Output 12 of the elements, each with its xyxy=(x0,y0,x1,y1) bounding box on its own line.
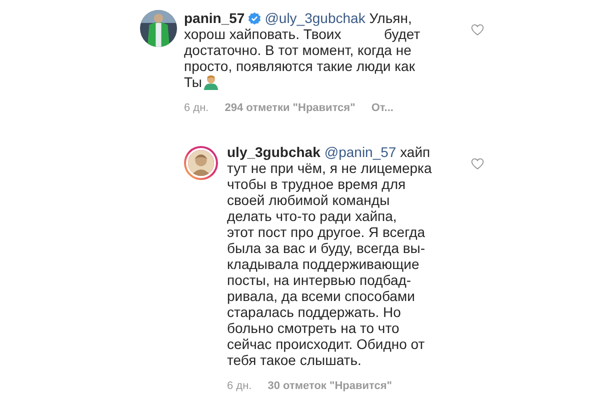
username[interactable]: panin_57 xyxy=(184,10,245,26)
heart-icon[interactable] xyxy=(471,24,484,36)
comment-text: Ульян, xyxy=(368,10,412,26)
comment-text: тут не при чём, я не лицемерка чтобы в трудное время для своей любимой команды делать что-то ради хайпа, этот пост про другое. Я всегда была за вас и буду, всегда вы- кладывала поддерживающие посты, на интервью подбад- ривала, да всеми способами старалась поддержать. Но больно смотреть на то что сейчас происходит. Обидно от тебя такое слышать. xyxy=(227,160,432,368)
comment-time: 6 дн. xyxy=(184,102,209,114)
username[interactable]: uly_3gubchak xyxy=(227,144,320,160)
heart-icon[interactable] xyxy=(471,158,484,170)
comment-time: 6 дн. xyxy=(227,380,252,392)
comment-text: хайп xyxy=(399,144,430,160)
mention-link[interactable]: @panin_57 xyxy=(324,144,396,160)
mention-link[interactable]: @uly_3gubchak xyxy=(264,10,366,26)
comment-text: хорош хайповать. Твоих будет достаточно. В тот момент, когда не просто, появляются такие люди как Ты xyxy=(184,26,420,90)
